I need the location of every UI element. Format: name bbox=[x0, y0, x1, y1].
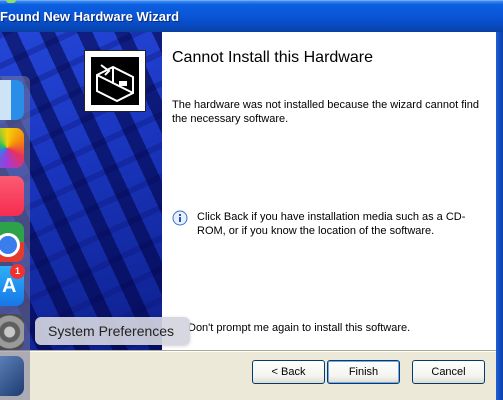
app-store-badge: 1 bbox=[10, 264, 25, 279]
back-button[interactable]: < Back bbox=[252, 360, 325, 384]
finder-icon[interactable] bbox=[0, 80, 24, 120]
system-preferences-icon[interactable] bbox=[0, 314, 24, 350]
chrome-icon[interactable] bbox=[0, 222, 24, 262]
cancel-button[interactable]: Cancel bbox=[412, 360, 485, 384]
title-bar[interactable]: Found New Hardware Wizard bbox=[0, 0, 503, 32]
music-icon[interactable] bbox=[0, 176, 24, 216]
photos-icon[interactable] bbox=[0, 128, 24, 168]
virtualbox-icon[interactable] bbox=[0, 356, 24, 396]
wizard-content: Cannot Install this Hardware The hardwar… bbox=[162, 32, 496, 350]
info-icon bbox=[172, 210, 188, 226]
dont-prompt-checkbox-label[interactable]: Don't prompt me again to install this so… bbox=[188, 322, 410, 334]
window-icon bbox=[6, 0, 16, 3]
error-message: The hardware was not installed because t… bbox=[172, 99, 479, 125]
button-separator bbox=[0, 350, 496, 352]
page-title: Cannot Install this Hardware bbox=[172, 49, 373, 66]
window-frame-right bbox=[496, 32, 503, 400]
finish-button[interactable]: Finish bbox=[327, 360, 400, 384]
info-message: Click Back if you have installation medi… bbox=[197, 211, 466, 237]
dock-tooltip: System Preferences bbox=[35, 317, 190, 345]
window-title: Found New Hardware Wizard bbox=[0, 9, 180, 24]
hardware-icon bbox=[84, 50, 146, 112]
